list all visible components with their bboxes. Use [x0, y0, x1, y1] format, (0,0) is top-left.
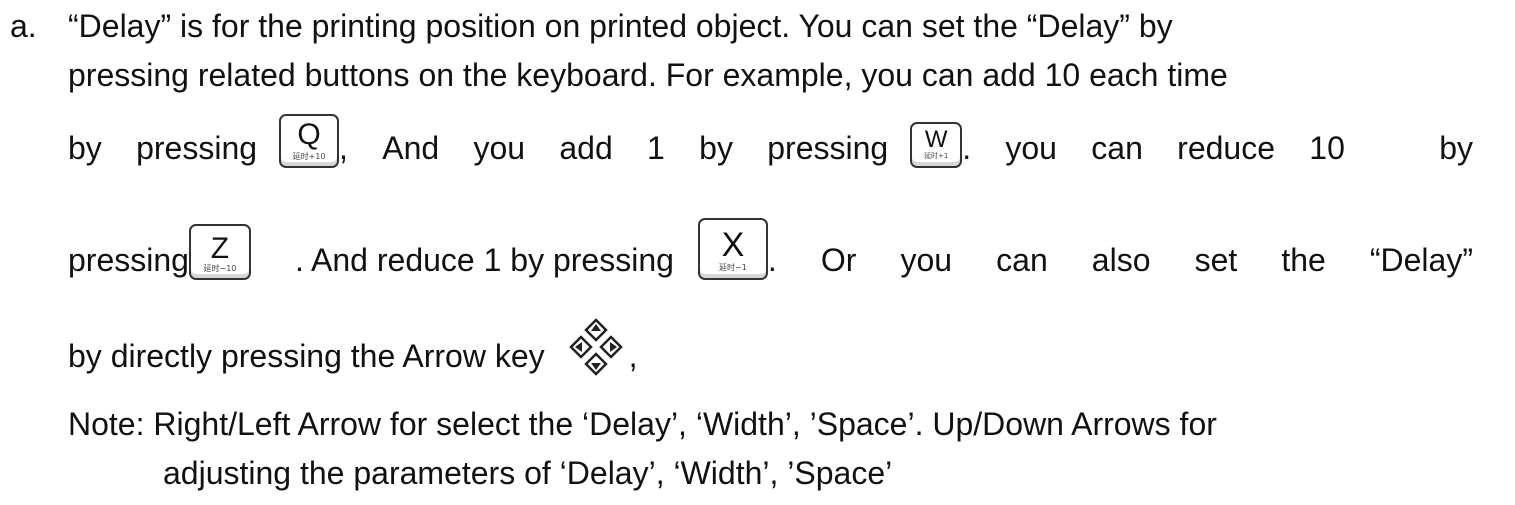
document-page: a. “Delay” is for the printing position … — [0, 0, 1515, 505]
word: Or — [820, 242, 857, 278]
x-key-icon: X 延时−1 — [697, 218, 768, 280]
word: can — [996, 242, 1048, 278]
word: by — [699, 130, 733, 166]
word: “Delay” — [1369, 242, 1473, 278]
text-line-5: by directly pressing the Arrow key , — [68, 318, 638, 376]
key-sublabel: 延时−1 — [719, 263, 747, 272]
key-sublabel: 延时−10 — [203, 264, 237, 273]
word: pressing — [136, 130, 258, 166]
word: you — [1005, 130, 1057, 166]
word: the — [1281, 242, 1326, 278]
q-key-icon: Q 延时+10 — [279, 114, 340, 168]
word-group: . And reduce 1 by pressing X 延时−1 . — [295, 218, 777, 280]
z-key-icon: Z 延时−10 — [188, 224, 251, 280]
word: pressing — [767, 130, 889, 166]
word: by — [1439, 130, 1473, 166]
word: reduce — [1177, 130, 1275, 166]
word-group: pressing Q 延时+10 , — [136, 114, 348, 168]
text-line-3: by pressing Q 延时+10 , And you add 1 by p… — [68, 114, 1473, 168]
word: , — [628, 338, 638, 374]
word: . — [767, 242, 777, 278]
word: add — [559, 130, 613, 166]
key-sublabel: 延时+10 — [292, 152, 326, 161]
word: And — [382, 130, 440, 166]
word: also — [1091, 242, 1151, 278]
key-cap: W — [924, 126, 948, 153]
word: by — [68, 130, 102, 166]
word-group: pressing Z 延时−10 — [68, 224, 251, 280]
key-sublabel: 延时+1 — [924, 152, 949, 160]
word-group: pressing W 延时+1 . — [767, 122, 971, 168]
word: pressing — [68, 242, 189, 278]
arrow-key-svg — [568, 318, 623, 376]
key-cap: Z — [210, 232, 230, 265]
word: 1 — [647, 130, 665, 166]
w-key-icon: W 延时+1 — [910, 122, 963, 168]
text-line-2: pressing related buttons on the keyboard… — [68, 57, 1228, 93]
word: you — [473, 130, 526, 166]
word: 10 — [1309, 130, 1345, 166]
word: you — [900, 242, 953, 278]
text-line-1: “Delay” is for the printing position on … — [68, 8, 1173, 44]
word: , — [339, 130, 348, 166]
list-marker: a. — [10, 8, 37, 44]
word: . — [962, 130, 972, 166]
word: can — [1091, 130, 1143, 166]
key-cap: X — [721, 226, 745, 264]
arrow-key-icon — [563, 318, 629, 376]
word: by directly pressing the Arrow key — [68, 338, 545, 374]
word: . And reduce 1 by pressing — [295, 242, 674, 278]
word: set — [1194, 242, 1238, 278]
note-line-2: adjusting the parameters of ‘Delay’, ‘Wi… — [163, 455, 893, 491]
key-cap: Q — [297, 118, 321, 151]
text-line-4: pressing Z 延时−10 . And reduce 1 by press… — [68, 218, 1473, 280]
note-line-1: Note: Right/Left Arrow for select the ‘D… — [68, 406, 1217, 442]
